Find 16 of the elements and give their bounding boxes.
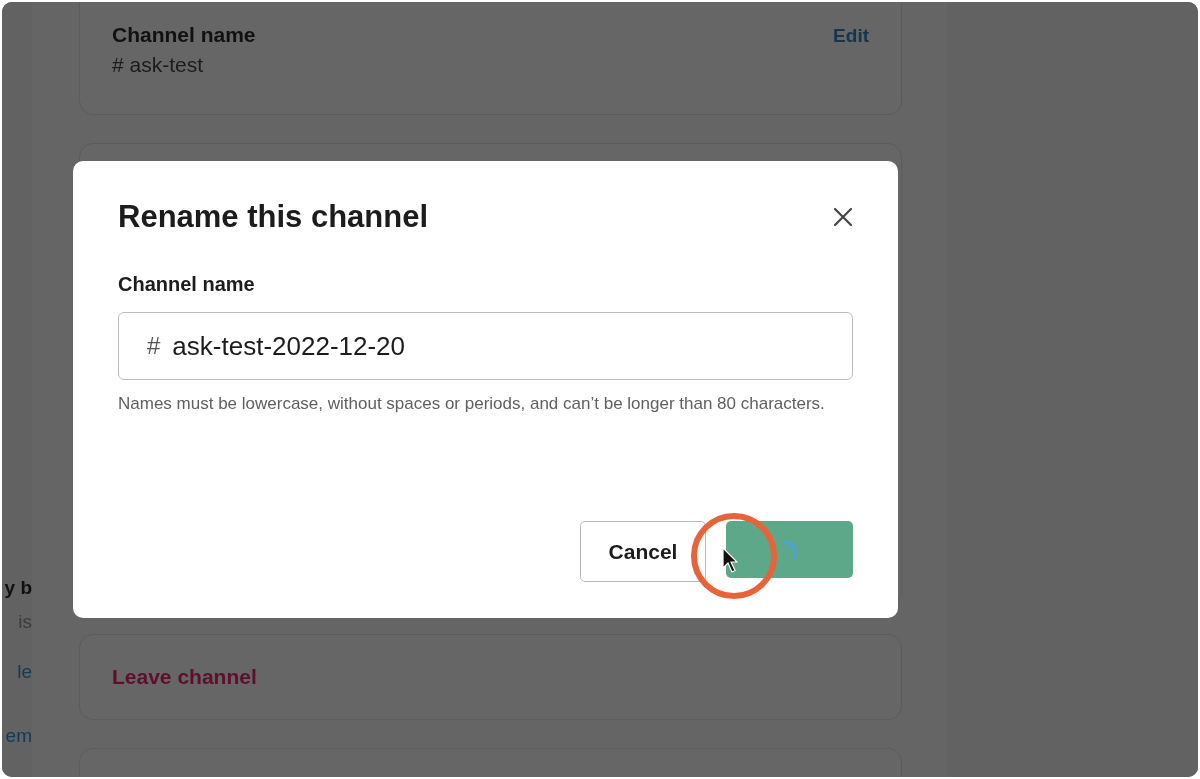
edit-link[interactable]: Edit [833,25,869,47]
close-icon [832,206,854,228]
leave-channel-link[interactable]: Leave channel [112,665,257,689]
card-label: Channel name [112,23,256,47]
cancel-button[interactable]: Cancel [580,521,706,582]
cursor-icon [722,547,738,573]
field-label: Channel name [118,273,256,296]
hash-prefix: # [147,332,161,360]
dialog-title: Rename this channel [118,199,429,235]
spinner-icon [783,540,796,559]
partial-text: y b [4,576,32,600]
field-hint: Names must be lowercase, without spaces or periods, and can’t be longer than 80 characters. [118,393,826,415]
channel-name-field[interactable]: # ask-test-2022-12-20 [118,312,853,380]
link-text[interactable]: le [17,656,32,688]
link-text[interactable]: em [5,720,32,752]
channel-name: # ask-test [112,53,205,77]
